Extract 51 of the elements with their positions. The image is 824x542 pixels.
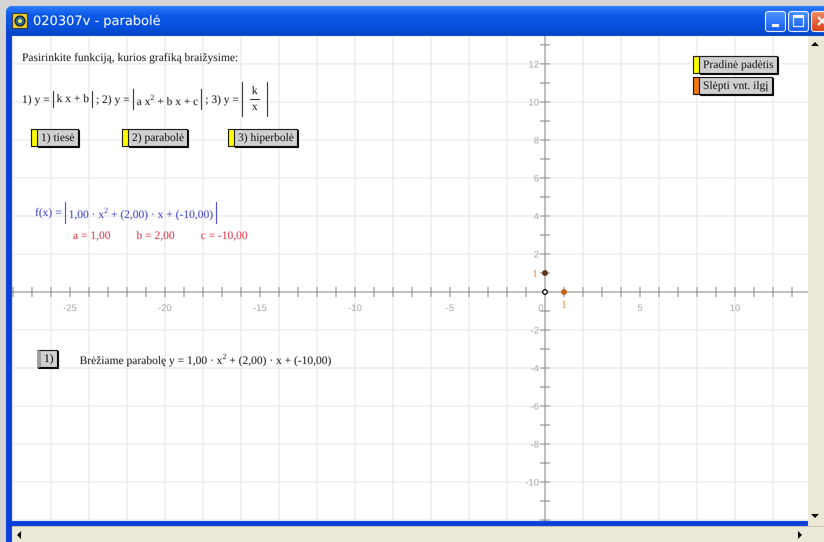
axis-label: 6 (534, 173, 539, 184)
absolute-value-expression: k x + b (52, 91, 93, 108)
axis-label: 5 (637, 303, 643, 314)
toggle-button[interactable]: Slėpti vnt. ilgį (699, 77, 772, 95)
axis-label: -10 (348, 303, 362, 314)
close-icon (816, 15, 824, 27)
function-button[interactable]: 3) hiperbolė (234, 129, 298, 147)
minimize-button[interactable] (765, 10, 786, 32)
axis-label: 12 (528, 59, 539, 70)
horizontal-scrollbar[interactable] (12, 526, 824, 542)
axis-label: -2 (530, 326, 539, 336)
axis-label: 4 (534, 211, 539, 222)
window-title: 020307v - parabolė (33, 14, 162, 28)
formula-text: ; 2) y = (96, 94, 130, 106)
vertical-scrollbar[interactable] (808, 36, 824, 526)
function-button[interactable]: 1) tiesė (37, 129, 79, 147)
unit-point[interactable] (542, 270, 548, 276)
formula-text: ; 3) y = (205, 94, 239, 106)
axis-label: -20 (158, 303, 172, 314)
axis-label: 10 (528, 97, 539, 108)
axis-label: 8 (534, 135, 539, 146)
scroll-left-icon[interactable] (17, 531, 21, 539)
parameter-value: b = 2,00 (136, 230, 175, 242)
step-button[interactable]: 1) (37, 350, 58, 368)
formula-text: 1) y = (22, 94, 50, 106)
axis-label: -15 (253, 303, 267, 314)
maximize-button[interactable] (788, 10, 809, 32)
instruction-text: Pasirinkite funkciją, kurios grafiką braižysime: (22, 52, 238, 64)
scroll-up-icon[interactable] (811, 42, 819, 46)
toggle-button[interactable]: Pradinė padėtis (699, 56, 778, 74)
axis-label: -8 (530, 440, 539, 451)
app-icon (12, 13, 28, 29)
axis-label: -10 (525, 478, 539, 489)
axis-label: -25 (63, 303, 77, 314)
parameter-value: a = 1,00 (73, 230, 110, 242)
axis-label: -4 (530, 364, 539, 374)
function-button[interactable]: 2) parabolė (128, 129, 188, 147)
step-description: Brėžiame parabolę y = 1,00 · x$^{2}$ + (2,00) · x + (-10,00) (80, 352, 332, 366)
unit-length-label: 1 (532, 268, 538, 280)
axis-label: 2 (534, 249, 539, 260)
scroll-down-icon[interactable] (811, 514, 819, 518)
unit-length-label: 1 (561, 299, 567, 311)
axis-label: -6 (530, 402, 539, 413)
axis-label: -5 (446, 303, 454, 314)
parameter-value: c = -10,00 (200, 230, 248, 242)
absolute-value-fraction: k x (242, 82, 268, 117)
scroll-right-icon[interactable] (798, 531, 802, 539)
function-label: f(x) = (35, 206, 62, 219)
absolute-value-expression: a x$^{2}$ + b x + c (132, 88, 202, 110)
axis-label: 10 (730, 303, 740, 314)
function-expression: 1,00 · x$^{2}$ + (2,00) · x + (-10,00) (64, 202, 218, 224)
